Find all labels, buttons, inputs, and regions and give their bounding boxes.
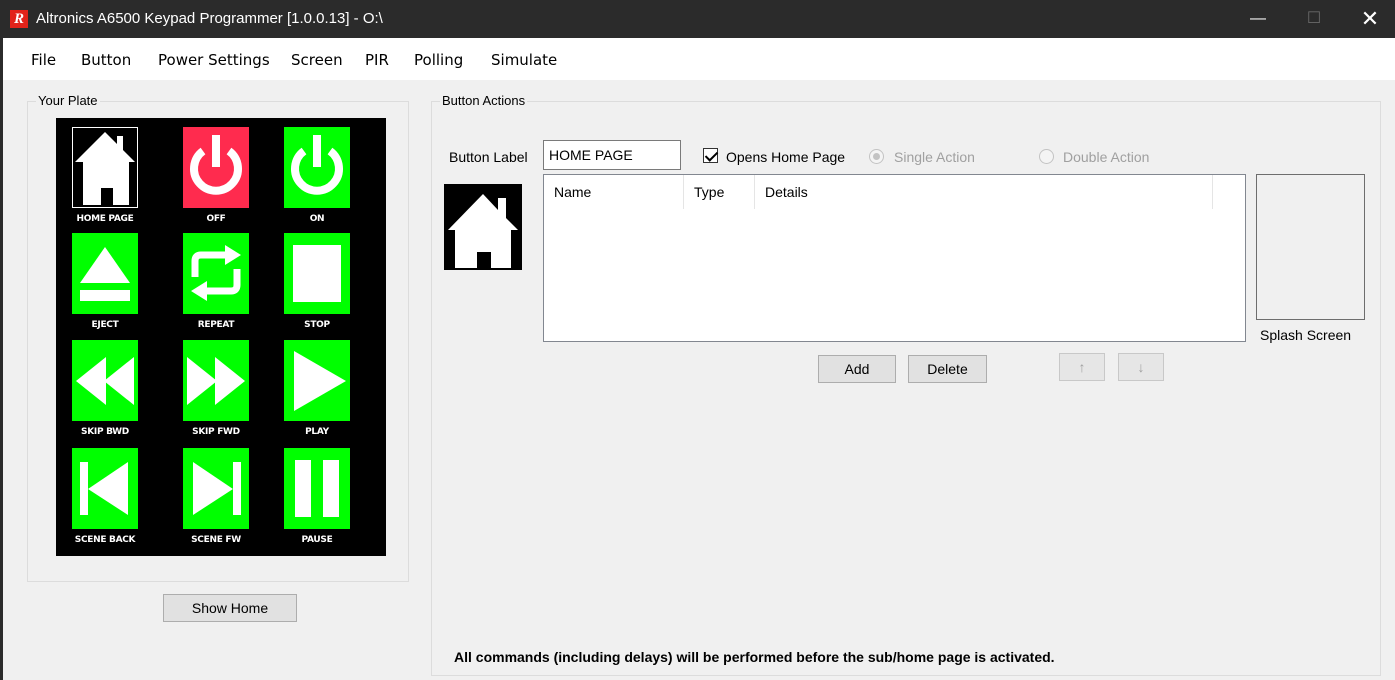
power-icon (284, 127, 350, 208)
app-logo-icon: R (10, 10, 28, 28)
home-icon (448, 194, 518, 268)
menu-file[interactable]: File (31, 38, 56, 82)
window-title: Altronics A6500 Keypad Programmer [1.0.0… (36, 10, 383, 27)
eject-icon (72, 233, 138, 314)
plate-label-skip-bwd: SKIP BWD (81, 427, 129, 437)
button-actions-title: Button Actions (440, 93, 528, 108)
skip-forward-icon (183, 448, 249, 529)
opens-home-page-label[interactable]: Opens Home Page (726, 149, 845, 165)
menu-power-settings[interactable]: Power Settings (158, 38, 270, 82)
plate-label-on: ON (309, 214, 325, 224)
button-label-caption: Button Label (449, 149, 528, 165)
power-icon (183, 127, 249, 208)
menu-screen[interactable]: Screen (291, 38, 343, 82)
keypad-plate: HOME PAGE OFF ON EJECT REPEAT STOP SKIP … (56, 118, 386, 556)
menu-pir[interactable]: PIR (365, 38, 389, 82)
your-plate-title: Your Plate (36, 93, 100, 108)
plate-label-eject: EJECT (91, 320, 119, 330)
execution-note: All commands (including delays) will be … (454, 649, 1055, 665)
column-details[interactable]: Details (755, 175, 1213, 209)
pause-icon (284, 448, 350, 529)
plate-label-off: OFF (206, 214, 226, 224)
plate-button-scene-fw[interactable]: SCENE FW (183, 448, 249, 545)
menu-bar: File Button Power Settings Screen PIR Po… (3, 38, 1395, 80)
plate-button-on[interactable]: ON (284, 127, 350, 224)
plate-button-stop[interactable]: STOP (284, 233, 350, 330)
plate-label-pause: PAUSE (301, 535, 333, 545)
plate-button-off[interactable]: OFF (183, 127, 249, 224)
play-icon (284, 340, 350, 421)
opens-home-page-checkbox[interactable] (703, 148, 718, 163)
plate-label-scene-back: SCENE BACK (74, 535, 136, 545)
add-button[interactable]: Add (818, 355, 896, 383)
double-action-label: Double Action (1063, 149, 1150, 165)
title-bar: R Altronics A6500 Keypad Programmer [1.0… (0, 0, 1395, 38)
app-window: File Button Power Settings Screen PIR Po… (0, 38, 1395, 680)
actions-list[interactable]: Name Type Details (543, 174, 1246, 342)
plate-button-pause[interactable]: PAUSE (284, 448, 350, 545)
plate-button-home-page[interactable]: HOME PAGE (72, 127, 138, 224)
plate-label-repeat: REPEAT (197, 320, 235, 330)
plate-label-play: PLAY (305, 427, 329, 437)
single-action-label: Single Action (894, 149, 975, 165)
maximize-button[interactable]: ☐ (1291, 0, 1337, 38)
menu-button[interactable]: Button (81, 38, 131, 82)
plate-label-scene-fw: SCENE FW (191, 535, 241, 545)
plate-label-home-page: HOME PAGE (76, 214, 134, 224)
stop-icon (284, 233, 350, 314)
skip-back-icon (72, 448, 138, 529)
splash-screen-box[interactable] (1256, 174, 1365, 320)
plate-button-skip-fwd[interactable]: SKIP FWD (183, 340, 249, 437)
home-icon (72, 127, 138, 208)
show-home-button[interactable]: Show Home (163, 594, 297, 622)
fast-forward-icon (183, 340, 249, 421)
plate-button-scene-back[interactable]: SCENE BACK (72, 448, 138, 545)
button-preview (444, 184, 522, 270)
delete-button[interactable]: Delete (908, 355, 987, 383)
plate-button-skip-bwd[interactable]: SKIP BWD (72, 340, 138, 437)
move-up-button[interactable]: ↑ (1059, 353, 1105, 381)
plate-button-repeat[interactable]: REPEAT (183, 233, 249, 330)
button-label-input[interactable]: HOME PAGE (543, 140, 681, 170)
double-action-radio[interactable] (1039, 149, 1054, 164)
menu-polling[interactable]: Polling (414, 38, 463, 82)
close-button[interactable]: ✕ (1347, 0, 1393, 38)
rewind-icon (72, 340, 138, 421)
plate-button-play[interactable]: PLAY (284, 340, 350, 437)
plate-label-stop: STOP (304, 320, 330, 330)
splash-screen-label: Splash Screen (1260, 327, 1352, 343)
move-down-button[interactable]: ↓ (1118, 353, 1164, 381)
plate-button-eject[interactable]: EJECT (72, 233, 138, 330)
menu-simulate[interactable]: Simulate (491, 38, 557, 82)
plate-label-skip-fwd: SKIP FWD (192, 427, 240, 437)
repeat-icon (183, 233, 249, 314)
minimize-button[interactable]: — (1235, 0, 1281, 38)
single-action-radio[interactable] (869, 149, 884, 164)
column-name[interactable]: Name (544, 175, 684, 209)
column-type[interactable]: Type (684, 175, 755, 209)
